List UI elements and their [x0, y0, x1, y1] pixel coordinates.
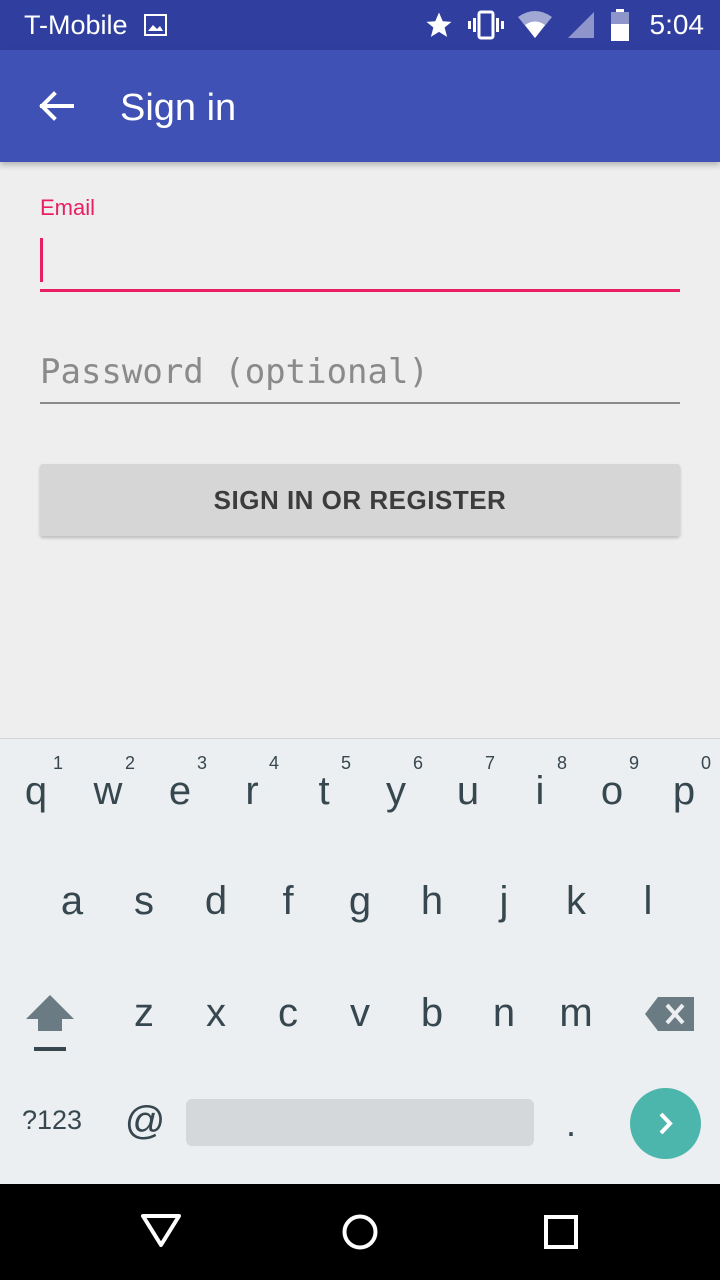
key-hint-7: 7 — [485, 753, 496, 773]
key-l[interactable]: l — [612, 879, 684, 924]
key-f[interactable]: f — [252, 879, 324, 924]
key-m[interactable]: m — [540, 991, 612, 1036]
key-u[interactable]: u — [432, 769, 504, 814]
key-hint-6: 6 — [413, 753, 424, 773]
key-hint-8: 8 — [557, 753, 568, 773]
wifi-icon — [517, 11, 552, 38]
key-o[interactable]: o — [576, 769, 648, 814]
key-h[interactable]: h — [396, 879, 468, 924]
key-c[interactable]: c — [252, 991, 324, 1036]
key-hint-0: 0 — [701, 753, 712, 773]
key-hint-4: 4 — [269, 753, 280, 773]
page-title: Sign in — [120, 87, 237, 129]
key-hint-1: 1 — [53, 753, 64, 773]
key-q[interactable]: q — [0, 769, 72, 814]
vibrate-icon — [467, 10, 504, 40]
soft-keyboard: ?123 @ . q1w2e3r4t5y6u7i8o9p0 asdfghjkl zx… — [0, 738, 720, 1184]
key-e[interactable]: e — [144, 769, 216, 814]
text-cursor — [40, 238, 43, 282]
space-bar[interactable] — [186, 1099, 534, 1146]
key-z[interactable]: z — [108, 991, 180, 1036]
password-placeholder: Password (optional) — [40, 352, 429, 392]
password-field[interactable]: Password (optional) — [40, 346, 680, 404]
key-hint-3: 3 — [197, 753, 208, 773]
key-hint-9: 9 — [629, 753, 640, 773]
nav-recents-icon[interactable] — [544, 1215, 578, 1249]
cell-signal-icon — [567, 12, 594, 38]
key-k[interactable]: k — [540, 879, 612, 924]
key-t[interactable]: t — [288, 769, 360, 814]
shift-icon[interactable] — [24, 993, 76, 1055]
arrow-back-icon[interactable] — [36, 86, 76, 126]
key-r[interactable]: r — [216, 769, 288, 814]
battery-icon — [610, 9, 629, 41]
key-v[interactable]: v — [324, 991, 396, 1036]
key-x[interactable]: x — [180, 991, 252, 1036]
nav-back-icon[interactable] — [140, 1212, 182, 1248]
key-s[interactable]: s — [108, 879, 180, 924]
at-key[interactable]: @ — [120, 1099, 170, 1144]
star-icon — [426, 12, 451, 37]
key-a[interactable]: a — [36, 879, 108, 924]
key-b[interactable]: b — [396, 991, 468, 1036]
navigation-bar — [0, 1184, 720, 1280]
key-j[interactable]: j — [468, 879, 540, 924]
clock: 5:04 — [649, 9, 705, 40]
email-label: Email — [40, 195, 96, 220]
status-icons: 5:04 — [424, 8, 705, 42]
key-g[interactable]: g — [324, 879, 396, 924]
app-bar: Sign in — [0, 50, 720, 162]
key-w[interactable]: w — [72, 769, 144, 814]
sign-in-or-register-button[interactable]: SIGN IN OR REGISTER — [40, 464, 680, 536]
backspace-icon[interactable] — [644, 995, 696, 1033]
key-p[interactable]: p — [648, 769, 720, 814]
status-bar: T-Mobile 5:04 — [0, 0, 720, 50]
key-hint-5: 5 — [341, 753, 352, 773]
period-key[interactable]: . — [566, 1103, 576, 1145]
carrier-name: T-Mobile — [24, 10, 128, 40]
enter-key[interactable] — [630, 1088, 701, 1159]
key-hint-2: 2 — [125, 753, 136, 773]
key-y[interactable]: y — [360, 769, 432, 814]
nav-home-icon[interactable] — [342, 1214, 378, 1250]
key-i[interactable]: i — [504, 769, 576, 814]
email-input[interactable] — [40, 230, 680, 289]
symbols-key[interactable]: ?123 — [22, 1105, 82, 1136]
email-field[interactable] — [40, 230, 680, 292]
key-n[interactable]: n — [468, 991, 540, 1036]
image-notification-icon — [144, 14, 167, 36]
key-d[interactable]: d — [180, 879, 252, 924]
chevron-right-icon — [659, 1112, 673, 1135]
